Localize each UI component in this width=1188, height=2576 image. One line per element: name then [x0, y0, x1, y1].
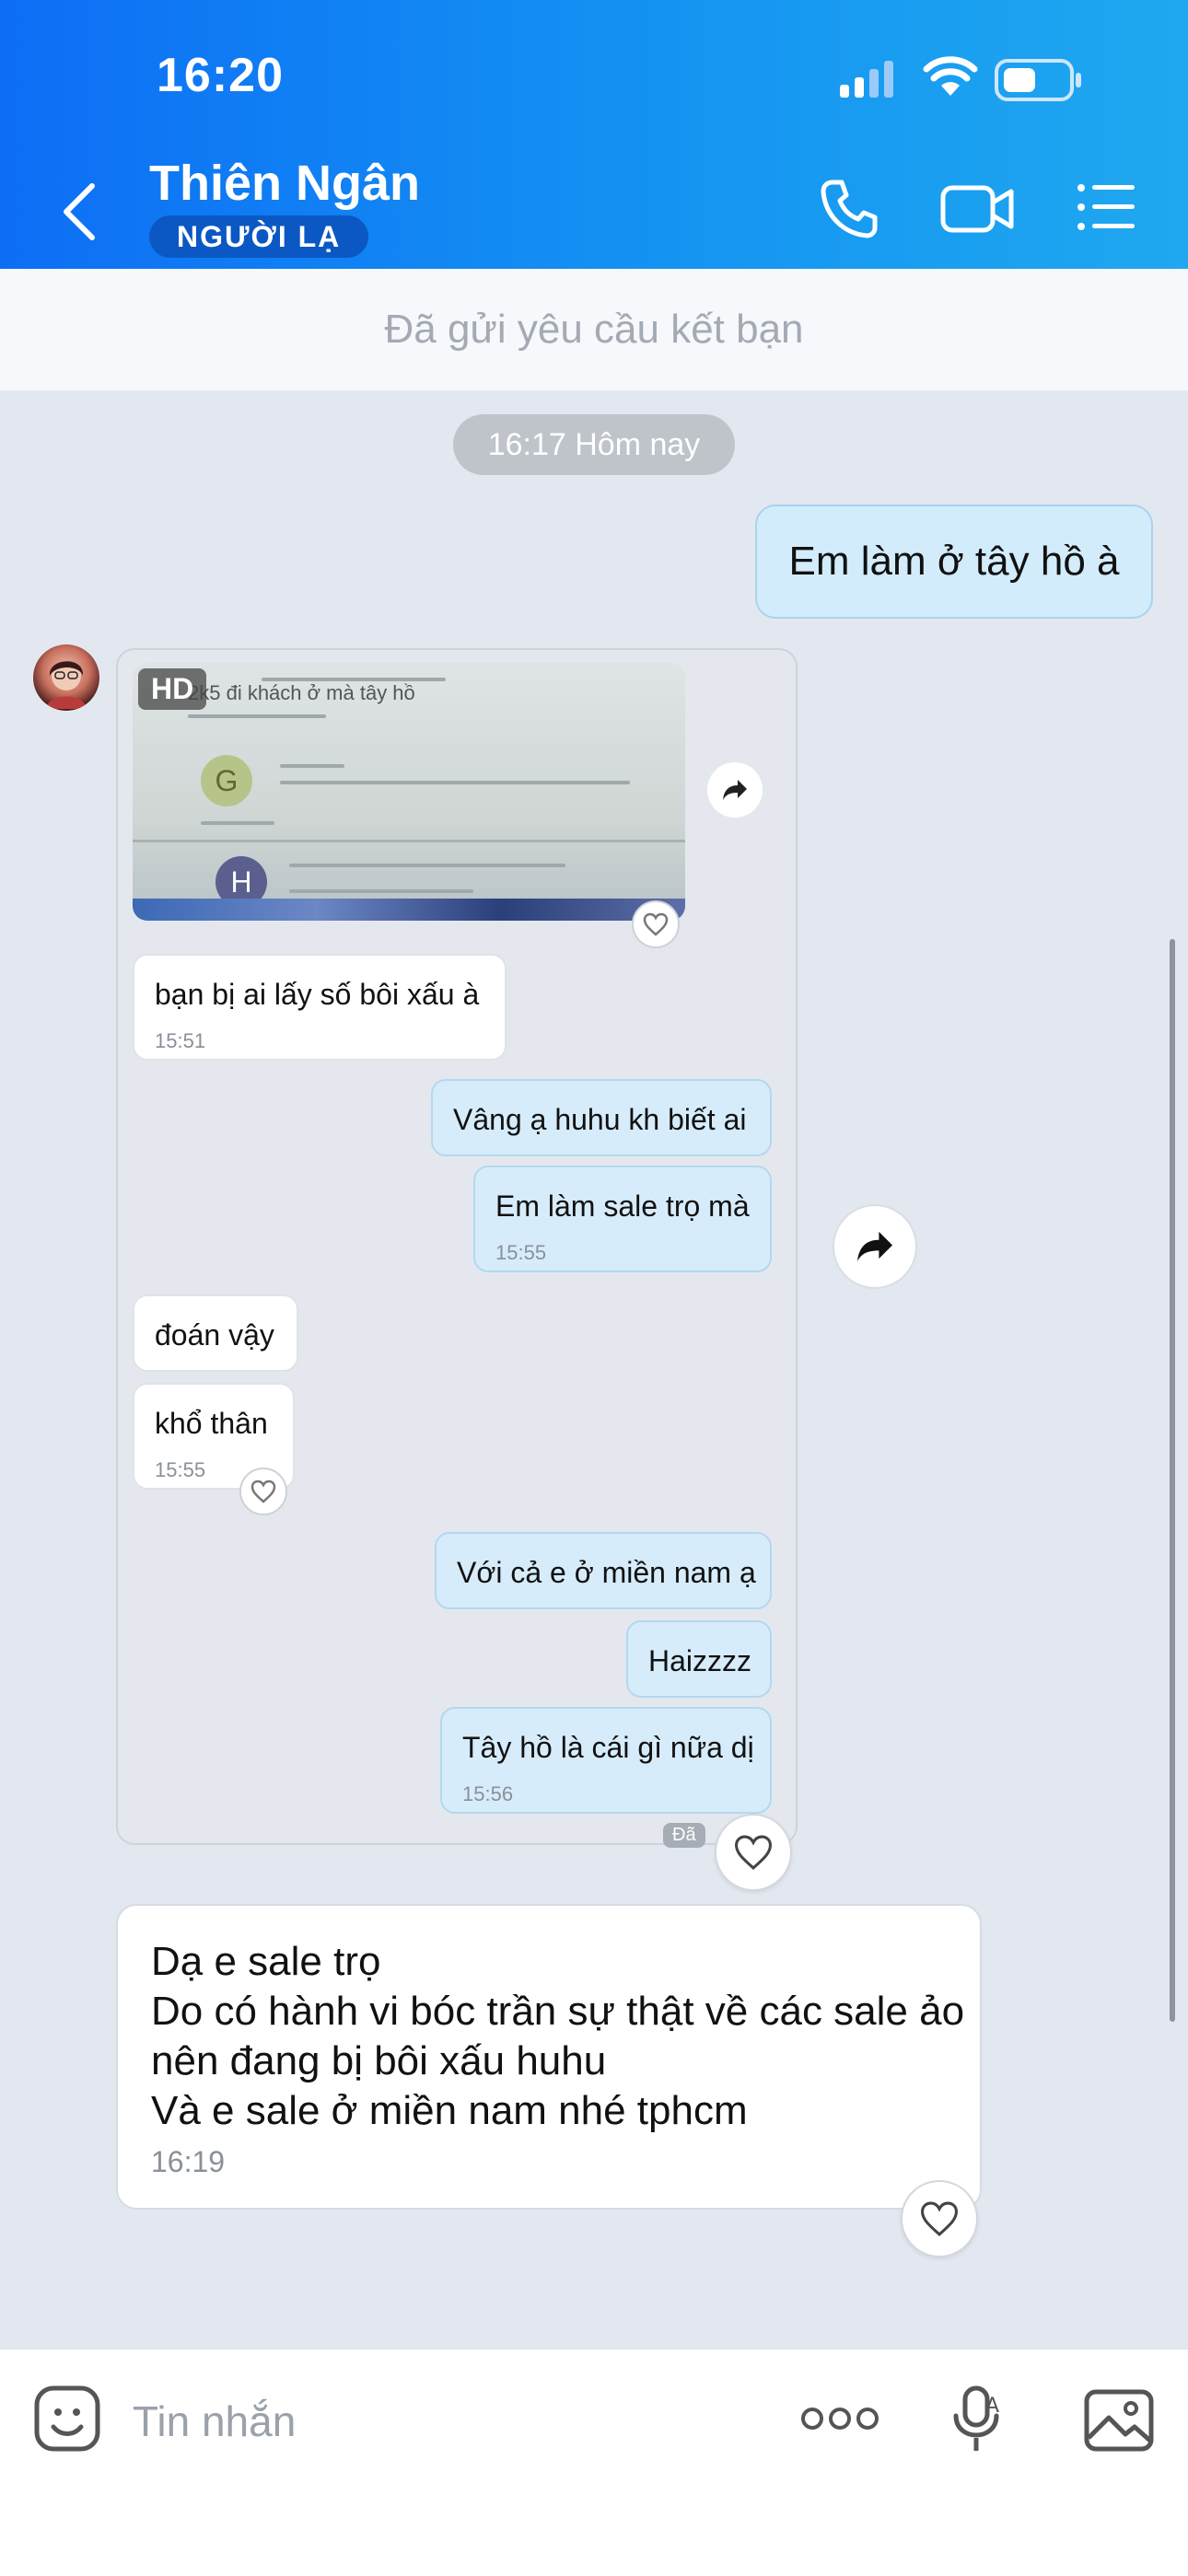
phone-call-button[interactable]: [816, 175, 882, 241]
screenshot-chat-bubble: Tây hồ là cái gì nữa dị 15:56: [440, 1707, 772, 1814]
voice-to-text-icon[interactable]: A: [949, 2385, 1004, 2454]
shared-screenshot-image[interactable]: 2k5 đi khách ở mà tây hồ G H HD bạn bị a…: [116, 648, 798, 1848]
forward-button[interactable]: [833, 1204, 917, 1289]
incoming-message[interactable]: Dạ e sale trọ Do có hành vi bóc trần sự …: [116, 1904, 982, 2210]
sticker-icon[interactable]: [33, 2385, 101, 2453]
message-composer: A: [0, 2348, 1188, 2576]
photo-avatar-g: G: [201, 755, 252, 806]
menu-list-button[interactable]: [1076, 182, 1136, 232]
share-icon[interactable]: [707, 762, 763, 818]
screenshot-chat-bubble: Haizzzz: [626, 1620, 772, 1698]
more-options-icon[interactable]: [801, 2405, 879, 2432]
image-gallery-icon[interactable]: [1083, 2388, 1155, 2453]
contact-name[interactable]: Thiên Ngân: [149, 155, 420, 212]
cellular-signal-icon: [840, 61, 893, 98]
message-text: Dạ e sale trọ Do có hành vi bóc trần sự …: [151, 1939, 965, 2133]
screenshot-chat-bubble: Em làm sale trọ mà 15:55: [473, 1166, 772, 1272]
heart-icon[interactable]: [632, 900, 680, 948]
react-heart-button[interactable]: [715, 1814, 792, 1891]
svg-text:A: A: [985, 2395, 999, 2418]
time-divider: 16:17 Hôm nay: [453, 414, 735, 475]
wifi-icon: [923, 56, 978, 96]
back-button[interactable]: [52, 175, 107, 249]
message-time: 16:19: [151, 2145, 226, 2178]
screenshot-chat-bubble: đoán vậy: [133, 1294, 298, 1372]
stranger-badge: NGƯỜI LẠ: [149, 215, 369, 258]
seen-status: Đã: [663, 1823, 705, 1848]
contact-avatar[interactable]: [33, 644, 99, 711]
outgoing-message[interactable]: Em làm ở tây hồ à: [755, 505, 1153, 619]
react-heart-button[interactable]: [901, 2180, 978, 2257]
screenshot-chat-bubble: bạn bị ai lấy số bôi xấu à 15:51: [133, 954, 507, 1061]
hd-badge: HD: [138, 668, 207, 710]
photo-caption: 2k5 đi khách ở mà tây hồ: [188, 681, 415, 704]
video-call-button[interactable]: [939, 182, 1017, 236]
scrollbar[interactable]: [1170, 939, 1175, 2022]
status-bar-time: 16:20: [157, 49, 284, 102]
photo-thumbnail[interactable]: 2k5 đi khách ở mà tây hồ G H HD: [133, 663, 685, 921]
battery-icon: [995, 59, 1081, 101]
message-input[interactable]: [131, 2388, 761, 2454]
screenshot-chat-bubble: Với cả e ở miền nam ạ: [435, 1532, 772, 1609]
heart-icon[interactable]: [239, 1468, 287, 1515]
screenshot-chat-bubble: Vâng ạ huhu kh biết ai: [431, 1079, 772, 1156]
friend-request-banner: Đã gửi yêu cầu kết bạn: [0, 269, 1188, 390]
chat-header: 16:20 Thiên Ngân NGƯỜI LẠ: [0, 0, 1188, 269]
